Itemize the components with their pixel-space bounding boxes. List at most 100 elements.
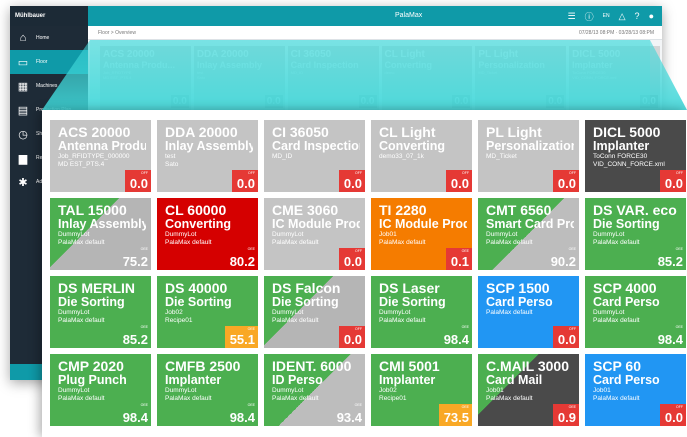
tile-l2: Recipe01 — [165, 316, 193, 324]
tile-oee-value: OFF 0.0 — [231, 170, 258, 192]
machine-tile[interactable]: DS 40000 Die Sorting Job02 Recipe01 OEE 55.1 — [157, 276, 258, 348]
machine-tile[interactable]: DICL 5000 Implanter ToConn FORCE30 VID_CONN… — [585, 120, 686, 192]
machine-tile[interactable]: CMT 6560Smart Card Pro...DummyLotPalaMax… — [478, 198, 579, 270]
tile-sub: Card Perso — [593, 374, 660, 387]
machine-tile[interactable]: DS Falcon Die Sorting DummyLot PalaMax defa… — [264, 276, 365, 348]
tile-title: DS VAR. eco — [593, 202, 677, 218]
grid-icon: ▦ — [17, 80, 29, 93]
help-icon[interactable]: ? — [635, 11, 640, 21]
mini-tile-title: ACS 20000 — [103, 49, 155, 60]
tile-status-tag: OFF — [355, 171, 362, 175]
tile-status-tag: OEE — [354, 403, 362, 407]
tile-title: CL 60000 — [165, 202, 227, 218]
mini-machine-tile[interactable]: CL Light Converting demo 0.0 — [381, 46, 473, 110]
tile-oee-value: OFF 0.0 — [338, 326, 365, 348]
tile-l2: PalaMax default — [58, 394, 105, 402]
sidebar-item-label: Machines — [36, 83, 58, 89]
machine-tile[interactable]: DS VAR. eco Die Sorting DummyLot PalaMax de… — [585, 198, 686, 270]
machine-tile[interactable]: ACS 20000Antenna Produ...Job_RFIDTYPE_00… — [50, 120, 151, 192]
mini-tile-sub: Personalization — [478, 60, 545, 70]
machine-tile[interactable]: SCP 4000 Card Perso DummyLot PalaMax defaul… — [585, 276, 686, 348]
machine-tile[interactable]: CME 3060IC Module Prod...DummyLotPalaMax… — [264, 198, 365, 270]
mini-machine-tile[interactable]: DICL 5000 Implanter ToConn FORCE30 VID_CONN… — [569, 46, 660, 110]
mini-machine-tile[interactable]: CI 36050 Card Inspection MD_ID 0.0 — [287, 46, 379, 110]
tile-l1: DummyLot — [593, 309, 625, 316]
home-icon: ⌂ — [19, 32, 27, 44]
machine-tile[interactable]: SCP 1500 Card Perso PalaMax default OFF 0.0 — [478, 276, 579, 348]
tile-sub: Die Sorting — [272, 296, 339, 309]
tile-value-number: 0.0 — [343, 332, 362, 347]
tile-value-number: 0.1 — [450, 254, 469, 269]
tile-value-number: 85.2 — [122, 332, 148, 347]
tile-status-tag: OEE — [247, 403, 255, 407]
tile-status-tag: OEE — [461, 249, 469, 253]
tile-sub: Antenna Produ... — [58, 140, 146, 153]
info-icon[interactable]: ⓘ — [585, 10, 594, 23]
mini-tile-title: DDA 20000 — [196, 49, 249, 60]
tile-value-number: 98.4 — [443, 332, 469, 347]
mini-tile-sub: Implanter — [572, 60, 613, 70]
tile-status-tag: OFF — [676, 171, 683, 175]
tile-l2: PalaMax default — [165, 238, 212, 246]
mini-machine-tile[interactable]: DDA 20000 Inlay Assembly test Sato 0.0 — [193, 46, 285, 110]
tile-value-number: 0.0 — [236, 176, 255, 191]
tile-l2: MD_Ticket — [486, 153, 517, 160]
sidebar-item-floor[interactable]: ▭ Floor — [10, 50, 88, 74]
machine-tile[interactable]: TI 2280IC Module Prod...Job01PalaMax def… — [371, 198, 472, 270]
machine-tile[interactable]: DDA 20000 Inlay Assembly test Sato OFF 0.0 — [157, 120, 258, 192]
machine-tile[interactable]: DS Laser Die Sorting DummyLot PalaMax defau… — [371, 276, 472, 348]
tile-status-tag: OFF — [355, 327, 362, 331]
document-icon: ▆ — [18, 152, 28, 165]
sidebar-item-label: Home — [36, 35, 50, 41]
mini-machine-tile[interactable]: PL Light Personalization MD_Ticket 0.0 — [475, 46, 567, 110]
tile-title: SCP 1500 — [486, 280, 550, 296]
machine-tile[interactable]: TAL 15000 Inlay Assembly DummyLot PalaMax d… — [50, 198, 151, 270]
tile-l2: PalaMax default — [58, 316, 105, 324]
machine-tile[interactable]: PL Light Personalization MD_Ticket OFF 0.0 — [478, 120, 579, 192]
machine-tile[interactable]: DS MERLIN Die Sorting DummyLot PalaMax defa… — [50, 276, 151, 348]
tile-title: CMI 5001 — [379, 358, 440, 374]
tile-l2: PalaMax default — [165, 394, 212, 402]
tile-l1: DummyLot — [272, 387, 304, 394]
machine-tile[interactable]: C.MAIL 3000 Card Mail Job01 PalaMax default… — [478, 354, 579, 426]
tile-l2: PalaMax default — [272, 238, 319, 246]
machine-tile[interactable]: CMFB 2500 Implanter DummyLot PalaMax defaul… — [157, 354, 258, 426]
tile-oee-value: OFF 0.0 — [552, 170, 579, 192]
tile-oee-value: OEE 55.1 — [224, 326, 258, 348]
sidebar-item-home[interactable]: ⌂ Home — [10, 26, 88, 50]
machine-tile[interactable]: CL 60000 Converting DummyLot PalaMax defaul… — [157, 198, 258, 270]
tile-sub: Converting — [165, 218, 231, 231]
machine-tile[interactable]: CL Light Converting demo33_07_1k OFF 0.0 — [371, 120, 472, 192]
machine-tile[interactable]: CMI 5001 Implanter Job02 Recipe01 OEE 73.5 — [371, 354, 472, 426]
sidebar-item-label: Floor — [36, 59, 48, 65]
tile-title: CME 3060 — [272, 202, 339, 218]
mini-tile-title: CL Light — [384, 49, 425, 60]
tile-l2: PalaMax default — [593, 238, 640, 246]
tile-sub: Die Sorting — [379, 296, 446, 309]
tile-status-tag: OEE — [461, 325, 469, 329]
tile-value-number: 80.2 — [229, 254, 255, 269]
language-selector[interactable]: EN — [603, 13, 610, 19]
mini-machine-tile[interactable]: ACS 20000 Antenna Produ... Job_RFIDTYPE MD … — [100, 46, 191, 110]
machine-tile[interactable]: CMP 2020 Plug Punch DummyLot PalaMax defaul… — [50, 354, 151, 426]
tile-oee-value: OFF 0.0 — [552, 326, 579, 348]
tile-l2: PalaMax default — [593, 316, 640, 324]
machine-tile[interactable]: CI 36050 Card Inspection MD_ID OFF 0.0 — [264, 120, 365, 192]
tile-sub: Plug Punch — [58, 374, 127, 387]
bell-icon[interactable]: △ — [619, 11, 626, 22]
filter-icon[interactable]: ☰ — [568, 11, 576, 22]
tile-status-tag: OEE — [675, 247, 683, 251]
tile-sub: Card Perso — [486, 296, 553, 309]
tile-title: TAL 15000 — [58, 202, 127, 218]
mini-tile-value: 0.0 — [264, 95, 283, 108]
tile-l2: demo33_07_1k — [379, 153, 424, 160]
machine-tile[interactable]: IDENT. 6000 ID Perso DummyLot PalaMax defau… — [264, 354, 365, 426]
user-icon[interactable]: ● — [649, 11, 654, 21]
tile-oee-value: OEE 0.1 — [445, 248, 472, 270]
tile-sub: Personalization — [486, 140, 574, 153]
tile-l1: Job01 — [379, 231, 397, 238]
sidebar-item-machines[interactable]: ▦ Machines — [10, 74, 88, 98]
top-bar: Mühlbauer PalaMax ☰ ⓘ EN △ ? ● — [10, 6, 662, 26]
tile-sub: Implanter — [165, 374, 222, 387]
machine-tile[interactable]: SCP 60 Card Perso Job01 PalaMax default OFF 0… — [585, 354, 686, 426]
